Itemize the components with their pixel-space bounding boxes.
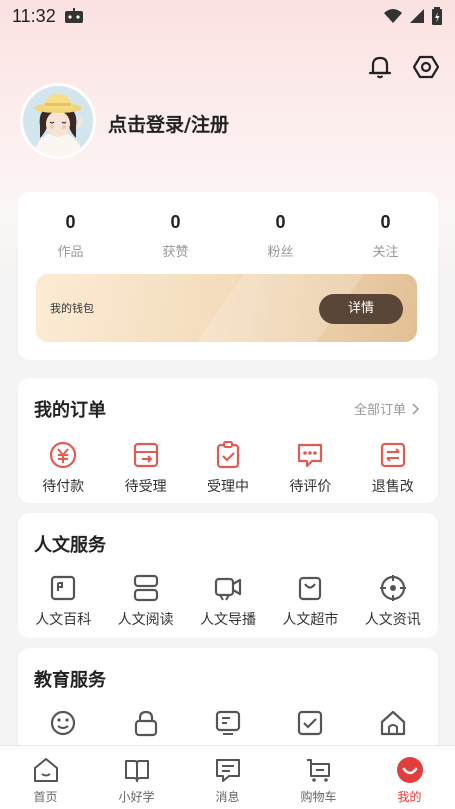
orders-title: 我的订单 [34, 400, 106, 421]
nav-home[interactable]: 首页 [0, 746, 91, 809]
stat-fans[interactable]: 0 粉丝 [233, 212, 329, 260]
education-item[interactable] [354, 708, 432, 738]
stats-row: 0 作品 0 获赞 0 粉丝 0 关注 [18, 192, 438, 260]
signal-icon [410, 9, 424, 23]
culture-label: 人文百科 [35, 612, 92, 628]
order-processing[interactable]: 受理中 [189, 440, 267, 496]
status-bar: 11:32 [0, 0, 455, 32]
clipboard-check-icon [216, 441, 240, 469]
login-register-link[interactable]: 点击登录/注册 [108, 110, 229, 137]
bottom-nav: 首页 小好学 消息 购物车 我的 [0, 745, 455, 809]
culture-label: 人文资讯 [364, 612, 421, 628]
avatar-illustration [23, 86, 93, 156]
order-label: 待付款 [42, 479, 85, 495]
orders-icon-row: 待付款 待受理 受理中 待评价 退售改 [18, 440, 438, 496]
order-pending-accept[interactable]: 待受理 [107, 440, 185, 496]
stat-label: 作品 [57, 245, 84, 260]
education-icon-row [18, 708, 438, 738]
order-label: 退售改 [371, 479, 414, 495]
avatar[interactable] [20, 83, 96, 159]
header-actions [367, 54, 439, 80]
culture-label: 人文阅读 [117, 612, 174, 628]
order-pending-payment[interactable]: 待付款 [24, 440, 102, 496]
culture-title: 人文服务 [34, 535, 106, 556]
education-item[interactable] [271, 708, 349, 738]
nav-label: 首页 [33, 790, 58, 804]
board-icon [215, 710, 241, 735]
settings-icon[interactable] [413, 54, 439, 80]
culture-services-card: 人文服务 人文百科 人文阅读 人文导播 人文超市 人文资讯 [18, 513, 438, 638]
stat-following[interactable]: 0 关注 [338, 212, 434, 260]
yuan-clock-icon [50, 441, 77, 469]
education-title: 教育服务 [34, 670, 106, 691]
stat-value: 0 [380, 212, 391, 232]
chevron-right-icon [412, 402, 420, 415]
nav-label: 消息 [215, 790, 240, 804]
stack-icon [133, 574, 158, 602]
profile-smile-icon [396, 757, 423, 783]
order-refund[interactable]: 退售改 [354, 440, 432, 496]
bell-icon[interactable] [367, 54, 393, 80]
culture-label: 人文导播 [199, 612, 256, 628]
home-icon [33, 758, 58, 782]
status-time: 11:32 [12, 5, 56, 26]
house-icon [380, 710, 405, 736]
education-item[interactable] [107, 708, 185, 738]
culture-label: 人文超市 [282, 612, 339, 628]
order-label: 待评价 [289, 479, 332, 495]
wallet-details-button[interactable]: 详情 [319, 294, 403, 324]
wallet-label: 我的钱包 [50, 302, 94, 315]
wifi-icon [384, 9, 402, 23]
stat-works[interactable]: 0 作品 [23, 212, 119, 260]
battery-icon [432, 7, 442, 25]
culture-news[interactable]: 人文资讯 [354, 573, 432, 629]
game-controller-icon [64, 8, 83, 23]
box-arrow-icon [133, 442, 158, 468]
smile-icon [51, 710, 76, 736]
comment-dots-icon [298, 443, 323, 468]
stat-label: 粉丝 [267, 245, 294, 260]
culture-icon-row: 人文百科 人文阅读 人文导播 人文超市 人文资讯 [18, 573, 438, 629]
lock-icon [134, 710, 157, 737]
message-icon [215, 759, 240, 782]
stat-label: 关注 [372, 245, 399, 260]
nav-label: 我的 [397, 790, 422, 804]
nav-label: 购物车 [300, 790, 337, 804]
stat-value: 0 [65, 212, 76, 232]
exchange-icon [380, 442, 405, 468]
stat-label: 获赞 [162, 245, 189, 260]
cart-icon [306, 759, 330, 782]
video-camera-icon [214, 577, 242, 601]
nav-label: 小好学 [118, 790, 155, 804]
education-item[interactable] [189, 708, 267, 738]
order-label: 受理中 [206, 479, 249, 495]
all-orders-link[interactable]: 全部订单 [354, 399, 420, 418]
orders-card: 我的订单 全部订单 待付款 待受理 受理中 待评价 退售改 [18, 378, 438, 503]
nav-learn[interactable]: 小好学 [91, 746, 182, 809]
shopping-bag-icon [299, 576, 322, 601]
wallet-banner[interactable]: 我的钱包 详情 [36, 274, 417, 342]
checkbox-icon [298, 710, 323, 736]
stat-value: 0 [275, 212, 286, 232]
culture-reading[interactable]: 人文阅读 [107, 573, 185, 629]
culture-market[interactable]: 人文超市 [271, 573, 349, 629]
nav-cart[interactable]: 购物车 [273, 746, 364, 809]
nav-messages[interactable]: 消息 [182, 746, 273, 809]
encyclopedia-icon [51, 575, 76, 601]
education-item[interactable] [24, 708, 102, 738]
stat-likes[interactable]: 0 获赞 [128, 212, 224, 260]
news-icon [379, 575, 406, 601]
stats-card: 0 作品 0 获赞 0 粉丝 0 关注 我的钱包 详情 [18, 192, 438, 360]
order-to-review[interactable]: 待评价 [271, 440, 349, 496]
nav-mine[interactable]: 我的 [364, 746, 455, 809]
stat-value: 0 [170, 212, 181, 232]
all-orders-label: 全部订单 [353, 403, 406, 418]
book-icon [124, 760, 149, 782]
culture-encyclopedia[interactable]: 人文百科 [24, 573, 102, 629]
order-label: 待受理 [124, 479, 167, 495]
culture-broadcast[interactable]: 人文导播 [189, 573, 267, 629]
